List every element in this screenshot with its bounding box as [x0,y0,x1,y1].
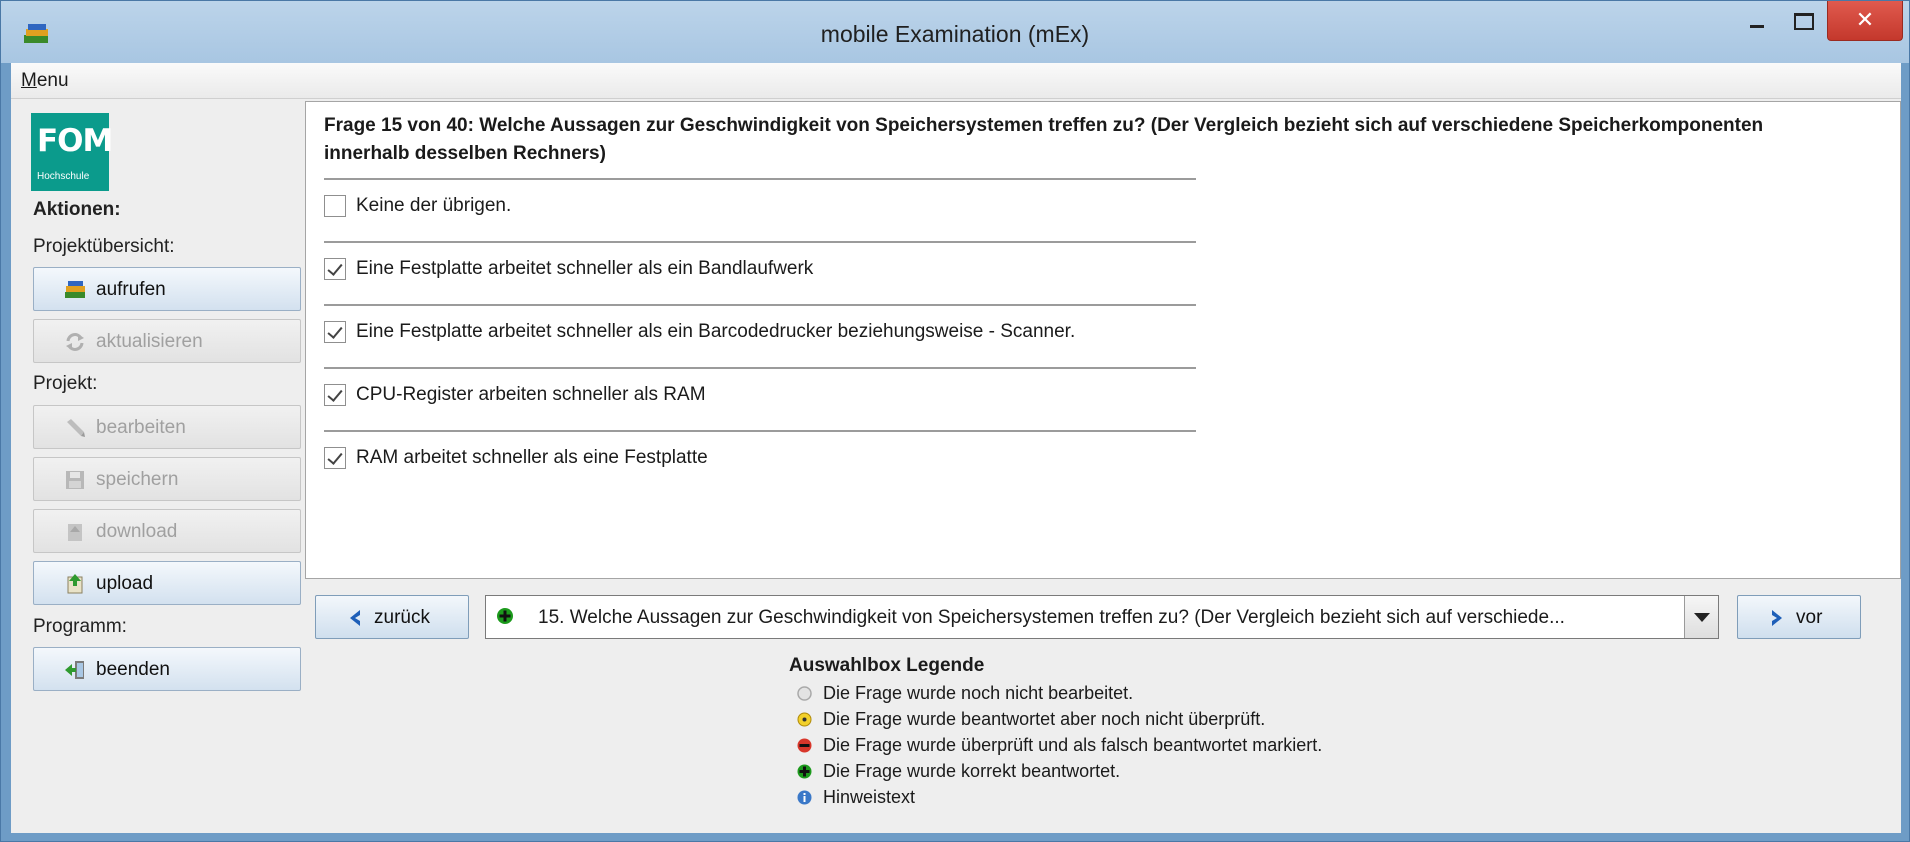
refresh-button[interactable]: aktualisieren [33,319,301,363]
question-panel: Frage 15 von 40: Welche Aussagen zur Ges… [305,101,1901,579]
title-bar[interactable]: mobile Examination (mEx) ✕ [1,1,1909,63]
maximize-button[interactable] [1780,1,1824,41]
books-icon [65,281,85,298]
menu-bar: Menu [11,63,1901,99]
legend-item-text: Die Frage wurde korrekt beantwortet. [823,761,1121,781]
selected-question-text: 15. Welche Aussagen zur Geschwindigkeit … [538,607,1565,628]
back-button[interactable]: zurück [315,595,469,639]
fom-logo: FOM Hochschule [31,113,113,191]
question-title: Frage 15 von 40: Welche Aussagen zur Ges… [324,115,1764,164]
not-edited-status-icon [797,686,812,701]
option-label: Eine Festplatte arbeitet schneller als e… [356,321,1076,342]
pencil-icon [67,419,85,437]
close-button[interactable]: ✕ [1827,1,1903,41]
back-button-label: zurück [374,607,430,628]
legend-item: Die Frage wurde beantwortet aber noch ni… [789,707,1489,733]
forward-button-label: vor [1796,607,1823,628]
open-button[interactable]: aufrufen [33,267,301,311]
refresh-button-label: aktualisieren [96,331,203,352]
option-separator [324,241,1196,243]
option-checkbox[interactable] [324,447,346,469]
legend-item: Die Frage wurde überprüft und als falsch… [789,733,1489,759]
option-checkbox[interactable] [324,195,346,217]
option-separator [324,430,1196,432]
download-button[interactable]: download [33,509,301,553]
minimize-button[interactable] [1734,1,1778,41]
chevron-right-icon [1772,610,1782,626]
dropdown-arrow-icon[interactable] [1684,596,1718,638]
option-checkbox[interactable] [324,384,346,406]
edit-button-label: bearbeiten [96,417,186,438]
save-button[interactable]: speichern [33,457,301,501]
wrong-status-icon [797,738,812,753]
legend-item-text: Hinweistext [823,787,916,807]
question-select[interactable]: 15. Welche Aussagen zur Geschwindigkeit … [485,595,1719,639]
forward-button[interactable]: vor [1737,595,1861,639]
option-checkbox[interactable] [324,321,346,343]
open-button-label: aufrufen [96,279,166,300]
document-download-icon [68,524,82,541]
close-icon: ✕ [1855,7,1875,32]
refresh-icon [66,333,84,351]
exit-door-icon [65,661,84,679]
legend-item: Die Frage wurde korrekt beantwortet. [789,759,1489,785]
option-separator [324,304,1196,306]
option-checkbox[interactable] [324,258,346,280]
project-label: Projekt: [33,373,98,394]
menu-mnemonic: M [21,70,37,91]
project-overview-label: Projektübersicht: [33,236,175,257]
correct-status-icon [497,608,513,624]
download-button-label: download [96,521,178,542]
chevron-left-icon [350,610,360,626]
window-title: mobile Examination (mEx) [820,21,1090,47]
application-window: mobile Examination (mEx) ✕ Menu FOM Hoch… [0,0,1910,842]
option-label: RAM arbeitet schneller als eine Festplat… [356,447,708,468]
option-separator [324,367,1196,369]
actions-heading: Aktionen: [33,199,121,220]
option-label: CPU-Register arbeiten schneller als RAM [356,384,706,405]
menu-item-menu[interactable]: Menu [21,70,69,92]
legend-item: Hinweistext [789,785,1489,811]
correct-status-icon [797,764,812,779]
answered-status-icon [797,712,812,727]
legend-item-text: Die Frage wurde überprüft und als falsch… [823,735,1323,755]
menu-label-rest: enu [36,70,69,91]
logo-text: FOM [37,123,113,159]
content-area: FOM Hochschule Aktionen: Projektübersich… [11,99,1901,833]
legend-item-text: Die Frage wurde beantwortet aber noch ni… [823,709,1266,729]
save-button-label: speichern [96,469,179,490]
legend-title: Auswahlbox Legende [789,655,985,676]
program-label: Programm: [33,616,127,637]
info-icon [797,790,812,805]
legend: Auswahlbox Legende Die Frage wurde noch … [789,655,1489,811]
logo-subtext: Hochschule [37,171,90,182]
legend-item-text: Die Frage wurde noch nicht bearbeitet. [823,683,1134,703]
floppy-disk-icon [66,471,84,489]
upload-button-label: upload [96,573,154,594]
legend-item: Die Frage wurde noch nicht bearbeitet. [789,681,1489,707]
exit-button-label: beenden [96,659,170,680]
exit-button[interactable]: beenden [33,647,301,691]
edit-button[interactable]: bearbeiten [33,405,301,449]
upload-button[interactable]: upload [33,561,301,605]
option-label: Eine Festplatte arbeitet schneller als e… [356,258,814,279]
document-upload-icon [67,574,83,594]
option-separator [324,178,1196,180]
option-label: Keine der übrigen. [356,195,512,216]
